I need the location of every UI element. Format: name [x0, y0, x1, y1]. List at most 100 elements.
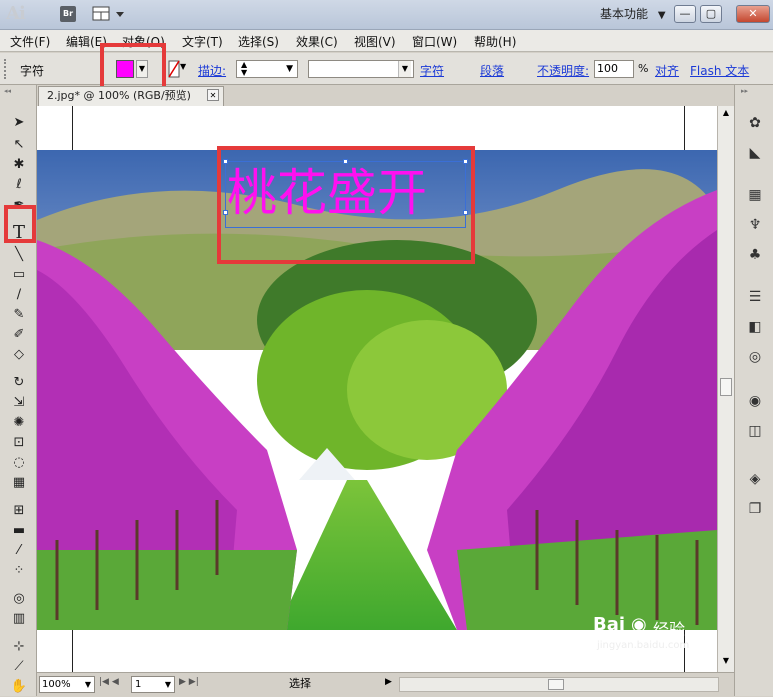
- scale-tool-icon[interactable]: ⇲: [8, 393, 30, 413]
- symbols-panel-icon[interactable]: ♣: [744, 245, 766, 265]
- chevron-down-icon[interactable]: ▼: [398, 61, 411, 77]
- tool-status[interactable]: 选择: [215, 676, 385, 693]
- stroke-color-picker[interactable]: ▼: [168, 60, 188, 78]
- tool-status-label: 选择: [289, 677, 311, 690]
- artboard-tool-icon[interactable]: ⊹: [8, 637, 30, 657]
- mesh-tool-icon[interactable]: ⊞: [8, 501, 30, 521]
- workspace-switcher[interactable]: 基本功能 ▼: [600, 5, 666, 23]
- close-window-button[interactable]: ✕: [736, 5, 770, 23]
- arrange-documents-button[interactable]: [92, 6, 126, 22]
- first-page-icon[interactable]: |◀ ◀: [99, 677, 131, 693]
- blend-tool-icon[interactable]: ⁘: [8, 561, 30, 581]
- align-link[interactable]: 对齐: [655, 62, 679, 79]
- stroke-link[interactable]: 描边:: [198, 62, 226, 79]
- document-tab-bar: 2.jpg* @ 100% (RGB/预览) ✕: [37, 86, 732, 106]
- menu-file[interactable]: 文件(F): [10, 33, 50, 50]
- paragraph-link[interactable]: 段落: [480, 62, 504, 79]
- rectangle-tool-icon[interactable]: ▭: [8, 265, 30, 285]
- perspective-grid-tool-icon[interactable]: ▦: [8, 473, 30, 493]
- color-guide-icon[interactable]: ◣: [744, 143, 766, 163]
- next-page-icon[interactable]: ▶ ▶|: [179, 677, 211, 693]
- gradient-tool-icon[interactable]: ▬: [8, 521, 30, 541]
- column-graph-tool-icon[interactable]: ▥: [8, 609, 30, 629]
- tools-panel: ◂◂ ➤ ↖ ✱ ℓ ✒ T ╲ ▭ ∕ ✎ ✐ ◇ ↻ ⇲ ✺ ⊡ ◌ ▦ ⊞…: [0, 85, 37, 696]
- menu-select[interactable]: 选择(S): [238, 33, 279, 50]
- workspace-label: 基本功能: [600, 7, 649, 21]
- collapse-panel-icon[interactable]: ◂◂: [4, 87, 32, 95]
- chevron-down-icon: ▼: [657, 10, 666, 21]
- expand-panels-icon[interactable]: ▸▸: [741, 87, 769, 95]
- bridge-button[interactable]: Br: [60, 6, 76, 22]
- slice-tool-icon[interactable]: ⟋: [8, 657, 30, 677]
- arrange-documents-icon: [92, 6, 124, 21]
- menu-type[interactable]: 文字(T): [182, 33, 223, 50]
- title-bar: Ai Br 基本功能 ▼ — ▢ ✕: [0, 0, 773, 30]
- horizontal-scrollbar[interactable]: [399, 677, 719, 692]
- layers-panel-icon[interactable]: ◈: [744, 469, 766, 489]
- chevron-down-icon[interactable]: ▼: [286, 64, 293, 74]
- stroke-panel-icon[interactable]: ☰: [744, 287, 766, 307]
- status-menu-icon[interactable]: ▶: [385, 677, 395, 693]
- document-tab[interactable]: 2.jpg* @ 100% (RGB/预览): [38, 86, 224, 106]
- chevron-down-icon[interactable]: ▼: [85, 677, 91, 692]
- maximize-button[interactable]: ▢: [700, 5, 722, 23]
- fill-highlight: [100, 43, 166, 91]
- status-bar: 100% ▼ |◀ ◀ 1 ▼ ▶ ▶| 选择 ▶: [37, 672, 734, 696]
- vertical-scrollbar[interactable]: ▲ ▼: [717, 106, 734, 672]
- menu-view[interactable]: 视图(V): [354, 33, 396, 50]
- pencil-tool-icon[interactable]: ✎: [8, 305, 30, 325]
- lasso-tool-icon[interactable]: ℓ: [8, 175, 30, 195]
- selection-tool-icon[interactable]: ➤: [8, 113, 30, 133]
- artboards-panel-icon[interactable]: ❐: [744, 499, 766, 519]
- gradient-panel-icon[interactable]: ◧: [744, 317, 766, 337]
- type-tool-highlight: [4, 205, 36, 243]
- graphic-styles-panel-icon[interactable]: ◫: [744, 421, 766, 441]
- watermark: Bai ◉ 经验 jingyan.baidu.com: [593, 614, 717, 678]
- symbol-sprayer-tool-icon[interactable]: ◎: [8, 589, 30, 609]
- paintbrush-tool-icon[interactable]: ∕: [8, 285, 30, 305]
- scroll-down-icon[interactable]: ▼: [720, 656, 732, 668]
- direct-selection-tool-icon[interactable]: ↖: [8, 135, 30, 155]
- swatches-panel-icon[interactable]: ▦: [744, 185, 766, 205]
- close-tab-icon[interactable]: ✕: [207, 89, 219, 101]
- chevron-down-icon[interactable]: ▼: [180, 62, 186, 71]
- page-field[interactable]: 1 ▼: [131, 676, 175, 693]
- eraser-tool-icon[interactable]: ◇: [8, 345, 30, 365]
- control-bar: 字符 ▼ ▼ 描边: ▲ ▼ ▼ ▼ 字符 段落 不透明度: 100 % 对齐 F…: [0, 43, 773, 91]
- eyedropper-tool-icon[interactable]: ⁄: [8, 541, 30, 561]
- line-tool-icon[interactable]: ╲: [8, 245, 30, 265]
- hand-tool-icon[interactable]: ✋: [8, 677, 30, 697]
- zoom-value: 100%: [42, 679, 71, 690]
- brushes-panel-icon[interactable]: ♆: [744, 215, 766, 235]
- shape-builder-tool-icon[interactable]: ◌: [8, 453, 30, 473]
- character-link[interactable]: 字符: [420, 62, 444, 79]
- font-family-field[interactable]: ▼: [308, 60, 414, 78]
- magic-wand-tool-icon[interactable]: ✱: [8, 155, 30, 175]
- scroll-up-icon[interactable]: ▲: [720, 108, 732, 120]
- panel-grip: [4, 59, 8, 79]
- minimize-button[interactable]: —: [674, 5, 696, 23]
- opacity-field[interactable]: 100: [594, 60, 634, 78]
- free-transform-tool-icon[interactable]: ⊡: [8, 433, 30, 453]
- stroke-none-icon: [168, 60, 180, 78]
- menu-window[interactable]: 窗口(W): [412, 33, 457, 50]
- opacity-link[interactable]: 不透明度:: [537, 62, 589, 79]
- stroke-weight-field[interactable]: ▲ ▼ ▼: [236, 60, 298, 78]
- rotate-tool-icon[interactable]: ↻: [8, 373, 30, 393]
- transparency-panel-icon[interactable]: ◎: [744, 347, 766, 367]
- warp-tool-icon[interactable]: ✺: [8, 413, 30, 433]
- chevron-down-icon[interactable]: ▼: [165, 677, 171, 692]
- document-canvas[interactable]: 桃花盛开 Bai ◉ 经验 jingyan.baidu.com: [37, 106, 717, 672]
- blob-brush-tool-icon[interactable]: ✐: [8, 325, 30, 345]
- horizontal-scroll-thumb[interactable]: [548, 679, 564, 690]
- appearance-panel-icon[interactable]: ◉: [744, 391, 766, 411]
- watermark-brand: Bai: [593, 614, 626, 635]
- menu-effect[interactable]: 效果(C): [296, 33, 338, 50]
- scroll-thumb[interactable]: [720, 378, 732, 396]
- color-panel-icon[interactable]: ✿: [744, 113, 766, 133]
- flash-text-link[interactable]: Flash 文本: [690, 62, 749, 79]
- menu-help[interactable]: 帮助(H): [474, 33, 516, 50]
- stepper-icon[interactable]: ▲ ▼: [241, 61, 247, 77]
- zoom-field[interactable]: 100% ▼: [39, 676, 95, 693]
- watermark-url: jingyan.baidu.com: [597, 640, 690, 651]
